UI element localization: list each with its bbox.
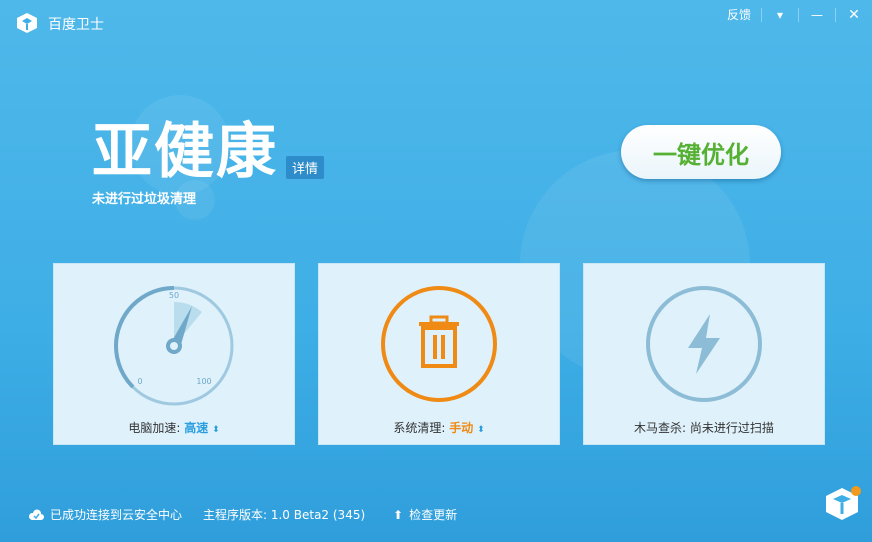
check-update-text[interactable]: 检查更新	[409, 506, 457, 523]
speed-card[interactable]: 50 0 100 电脑加速: 高速 ⬍	[53, 263, 295, 445]
trojan-card[interactable]: 木马查杀: 尚未进行过扫描	[583, 263, 825, 445]
version-text: 主程序版本: 1.0 Beta2 (345)	[203, 508, 366, 522]
clean-mode-select[interactable]: 手动	[449, 421, 473, 435]
updown-arrow-icon[interactable]: ⬍	[477, 425, 485, 435]
one-click-optimize-button[interactable]: 一键优化	[621, 125, 781, 179]
cloud-status-text: 已成功连接到云安全中心	[50, 508, 183, 522]
speed-label: 电脑加速: 高速 ⬍	[54, 419, 294, 436]
gauge-min-label: 0	[137, 377, 142, 386]
gauge-mid-label: 50	[169, 291, 179, 300]
gauge-max-label: 100	[196, 377, 211, 386]
footer: 已成功连接到云安全中心 主程序版本: 1.0 Beta2 (345) ⬆ 检查更…	[0, 500, 872, 530]
close-icon[interactable]: ✕	[846, 7, 862, 23]
health-status-title: 亚健康	[92, 117, 278, 187]
trojan-label: 木马查杀: 尚未进行过扫描	[584, 419, 824, 436]
cloud-status: 已成功连接到云安全中心	[28, 506, 182, 523]
clean-card[interactable]: 系统清理: 手动 ⬍	[318, 263, 560, 445]
title-bar: 百度卫士 反馈 ▾ — ✕	[0, 0, 872, 40]
check-update-link[interactable]: ⬆ 检查更新	[393, 506, 457, 523]
version-info: 主程序版本: 1.0 Beta2 (345)	[203, 506, 365, 523]
detail-button[interactable]: 详情	[286, 156, 325, 179]
trojan-status-text: 尚未进行过扫描	[689, 421, 774, 435]
separator	[761, 7, 762, 22]
minimize-icon[interactable]: —	[809, 8, 825, 22]
speedometer-icon: 50 0 100	[114, 286, 234, 406]
feedback-button[interactable]: 反馈	[727, 6, 751, 23]
upload-arrow-icon: ⬆	[393, 507, 404, 522]
clean-label: 系统清理: 手动 ⬍	[319, 419, 559, 436]
lightning-icon	[646, 286, 762, 402]
baidu-guard-logo-icon[interactable]	[822, 484, 862, 524]
speed-mode-select[interactable]: 高速	[184, 421, 208, 435]
trojan-label-text: 木马查杀:	[634, 421, 687, 435]
trash-icon	[381, 286, 497, 402]
speed-label-text: 电脑加速:	[128, 421, 181, 435]
app-logo-icon	[17, 13, 37, 33]
status-subtitle: 未进行过垃圾清理	[92, 192, 197, 207]
separator	[798, 7, 799, 22]
app-title: 百度卫士	[48, 17, 104, 33]
cloud-icon	[28, 508, 44, 520]
clean-label-text: 系统清理:	[393, 421, 446, 435]
separator	[835, 7, 836, 22]
menu-dropdown-icon[interactable]: ▾	[772, 8, 788, 22]
updown-arrow-icon[interactable]: ⬍	[212, 425, 220, 435]
